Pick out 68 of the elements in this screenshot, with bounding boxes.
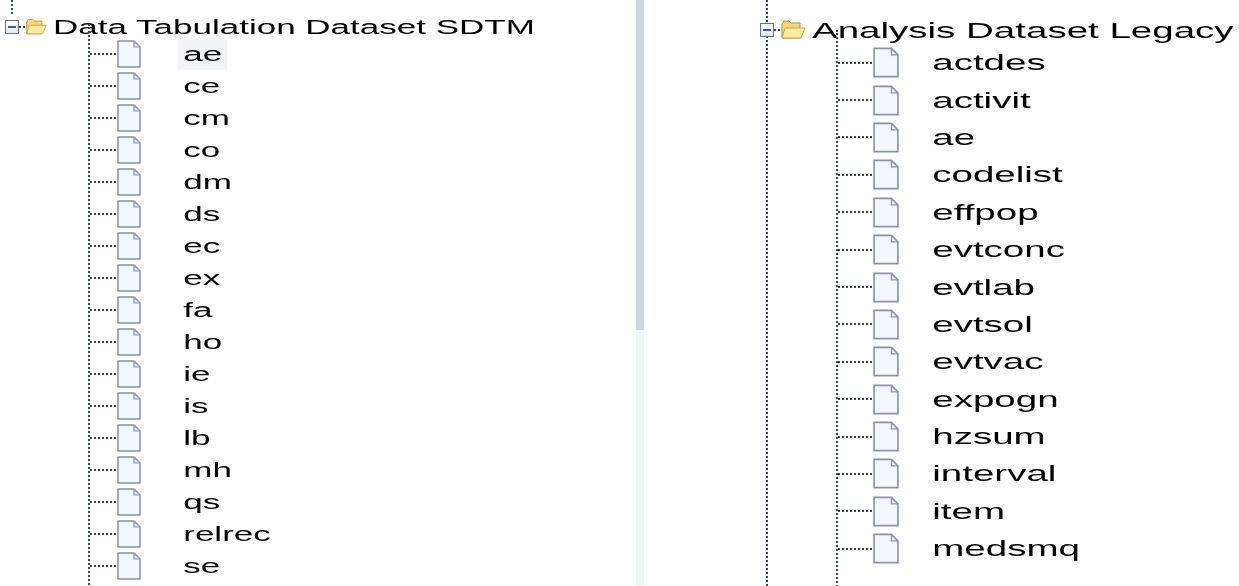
tree-item[interactable]: ds <box>178 198 226 230</box>
document-icon <box>117 296 141 324</box>
tree-item[interactable]: ae <box>927 119 981 155</box>
document-icon <box>873 271 899 303</box>
document-icon <box>117 360 141 388</box>
tree-item[interactable]: mh <box>178 454 238 486</box>
tree-node-label[interactable]: Analysis Dataset Legacy <box>812 13 1234 47</box>
document-icon <box>117 488 141 516</box>
document-icon <box>873 159 899 191</box>
tree-item[interactable]: is <box>178 390 214 422</box>
tree-item[interactable]: evtconc <box>927 232 1071 268</box>
tree-item[interactable]: evtlab <box>927 269 1041 305</box>
document-icon <box>117 456 141 484</box>
document-icon <box>117 264 141 292</box>
document-icon <box>117 200 141 228</box>
tree-item[interactable]: qs <box>178 486 226 518</box>
document-icon <box>873 533 899 565</box>
tree-item[interactable]: fa <box>178 294 218 326</box>
document-icon <box>117 520 141 548</box>
tree-item[interactable]: activit <box>927 82 1036 118</box>
document-icon <box>873 121 899 153</box>
document-icon <box>117 168 141 196</box>
expand-toggle[interactable] <box>760 23 774 37</box>
tree-item[interactable]: ec <box>178 230 226 262</box>
tree-item[interactable]: ho <box>178 326 228 358</box>
document-icon <box>117 40 141 68</box>
tree-item[interactable]: codelist <box>927 157 1069 193</box>
folder-icon <box>780 20 806 40</box>
document-icon <box>873 308 899 340</box>
document-icon <box>117 392 141 420</box>
tree-item[interactable]: ce <box>178 70 226 102</box>
document-icon <box>873 196 899 228</box>
tree-item[interactable]: ie <box>178 358 216 390</box>
tree-item[interactable]: dm <box>178 166 238 198</box>
tree-item[interactable]: ae <box>178 38 228 70</box>
tree-item[interactable]: effpop <box>927 194 1044 230</box>
document-icon <box>873 346 899 378</box>
document-icon <box>117 72 141 100</box>
document-icon <box>117 232 141 260</box>
tree-item[interactable]: se <box>178 550 226 582</box>
document-icon <box>873 458 899 490</box>
document-icon <box>873 84 899 116</box>
folder-icon <box>25 18 47 36</box>
tree-item[interactable]: evtvac <box>927 344 1049 380</box>
tree-item[interactable]: interval <box>927 456 1062 492</box>
document-icon <box>117 552 141 580</box>
document-icon <box>117 424 141 452</box>
document-icon <box>117 328 141 356</box>
document-icon <box>873 383 899 415</box>
expand-toggle[interactable] <box>5 20 19 34</box>
tree-item[interactable]: relrec <box>178 518 277 550</box>
tree-item[interactable]: evtsol <box>927 306 1039 342</box>
tree-item[interactable]: expogn <box>927 381 1064 417</box>
tree-item[interactable]: medsmq <box>927 531 1086 567</box>
tree-item[interactable]: co <box>178 134 226 166</box>
scrollbar[interactable] <box>636 0 644 586</box>
document-icon <box>873 421 899 453</box>
tree-item[interactable]: item <box>927 493 1011 529</box>
document-icon <box>117 104 141 132</box>
document-icon <box>873 495 899 527</box>
tree-item[interactable]: lb <box>178 422 216 454</box>
tree-item[interactable]: actdes <box>927 45 1051 81</box>
document-icon <box>873 47 899 79</box>
tree-item[interactable]: hzsum <box>927 419 1051 455</box>
tree-item[interactable]: ex <box>178 262 226 294</box>
document-icon <box>117 136 141 164</box>
document-icon <box>873 234 899 266</box>
tree-item[interactable]: cm <box>178 102 236 134</box>
